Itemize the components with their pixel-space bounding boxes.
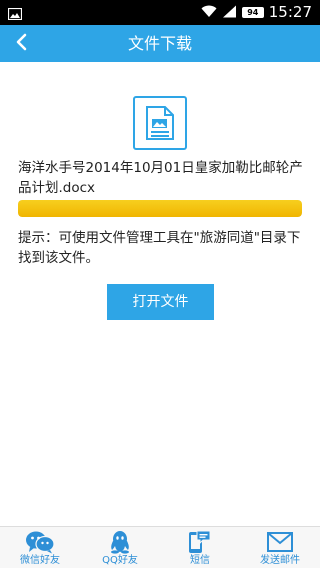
battery-level: 94 <box>247 7 259 17</box>
clock: 15:27 <box>268 3 312 21</box>
share-sms-button[interactable]: 短信 <box>160 527 240 568</box>
signal-icon <box>222 3 237 22</box>
battery-icon: 94 <box>241 6 264 18</box>
download-progress-bar <box>18 200 302 217</box>
title-bar: 文件下载 <box>0 25 320 62</box>
sms-icon <box>188 530 212 554</box>
share-mail-label: 发送邮件 <box>260 555 300 566</box>
share-sms-label: 短信 <box>190 555 210 566</box>
page-title: 文件下载 <box>127 34 192 53</box>
wechat-icon <box>25 530 55 554</box>
wifi-icon <box>201 3 217 22</box>
progress-fill <box>18 200 302 217</box>
chevron-left-icon <box>15 33 27 55</box>
back-button[interactable] <box>0 25 42 62</box>
document-icon <box>133 96 187 150</box>
share-wechat-label: 微信好友 <box>20 555 60 566</box>
share-bar: 微信好友 QQ好友 短信 发送邮件 <box>0 526 320 568</box>
hint-text: 提示：可使用文件管理工具在"旅游同道"目录下找到该文件。 <box>18 230 301 266</box>
mail-icon <box>267 530 293 554</box>
share-mail-button[interactable]: 发送邮件 <box>240 527 320 568</box>
share-qq-label: QQ好友 <box>102 555 138 566</box>
status-bar: 94 15:27 <box>0 0 320 25</box>
qq-icon <box>109 530 131 554</box>
file-name: 海洋水手号2014年10月01日皇家加勒比邮轮产品计划.docx <box>18 160 303 196</box>
share-wechat-button[interactable]: 微信好友 <box>0 527 80 568</box>
share-qq-button[interactable]: QQ好友 <box>80 527 160 568</box>
open-file-button[interactable]: 打开文件 <box>107 284 214 320</box>
image-notification-icon <box>7 5 23 24</box>
